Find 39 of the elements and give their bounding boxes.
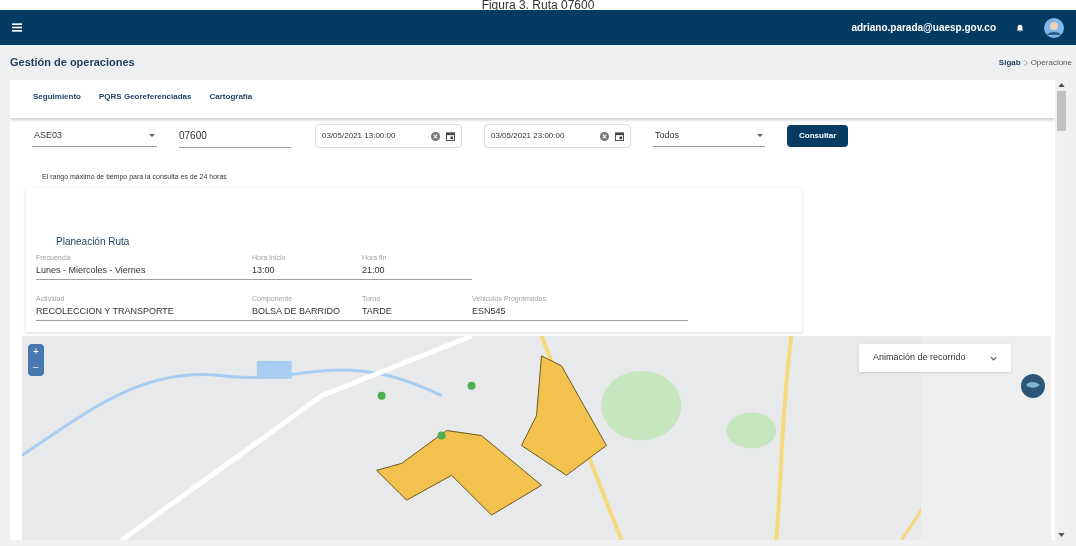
field-value: BOLSA DE BARRIDO — [252, 305, 342, 318]
menu-icon[interactable] — [12, 23, 24, 32]
field-value: ESN545 — [472, 305, 507, 318]
caret-icon — [149, 134, 155, 137]
tab[interactable]: PQRS Georeferenciadas — [99, 91, 192, 107]
page-title: Gestión de operaciones — [10, 55, 135, 71]
calendar-icon[interactable] — [615, 131, 624, 141]
consultar-button[interactable]: Consultar — [787, 125, 849, 147]
status-select[interactable]: Todos — [653, 125, 765, 147]
clear-icon[interactable] — [600, 131, 609, 141]
tab[interactable]: Seguimiento — [33, 91, 81, 107]
route-field[interactable]: 07600 — [179, 124, 291, 148]
user-email[interactable]: adriano.parada@uaesp.gov.co — [851, 20, 996, 35]
calendar-icon[interactable] — [446, 131, 455, 141]
start-date-field[interactable]: 03/05/2021 13:00:00 — [315, 124, 462, 148]
zoom-in-button[interactable]: + — [28, 344, 44, 360]
field-value: Lunes - Miercoles - Viernes — [36, 264, 147, 277]
bell-icon[interactable] — [1016, 23, 1024, 32]
breadcrumb-link[interactable]: Sigab — [998, 56, 1021, 69]
scroll-down-icon[interactable] — [1058, 533, 1065, 537]
field-value: RECOLECCION Y TRANSPORTE — [36, 305, 175, 318]
zoom-out-button[interactable]: − — [28, 360, 44, 376]
avatar-icon[interactable] — [1044, 17, 1064, 38]
tab[interactable]: Cartografía — [209, 91, 253, 107]
operator-select[interactable]: ASE03 — [32, 125, 157, 147]
scroll-up-icon[interactable] — [1058, 83, 1065, 87]
field-value: TARDE — [362, 305, 393, 318]
breadcrumb-current: Operacione — [1030, 56, 1072, 69]
clear-icon[interactable] — [431, 131, 440, 141]
globe-icon[interactable] — [1021, 374, 1045, 398]
end-date-field[interactable]: 03/05/2021 23:00:00 — [484, 124, 631, 148]
caret-icon — [757, 134, 763, 137]
field-value: 21:00 — [362, 264, 386, 277]
chevron-down-icon — [990, 355, 997, 361]
scrollbar-thumb[interactable] — [1057, 91, 1066, 131]
chevron-right-icon — [1023, 59, 1028, 66]
field-value: 13:00 — [252, 264, 276, 277]
section-title: Planeación Ruta — [56, 235, 131, 249]
animation-select[interactable]: Animación de recorrido — [859, 344, 1011, 372]
